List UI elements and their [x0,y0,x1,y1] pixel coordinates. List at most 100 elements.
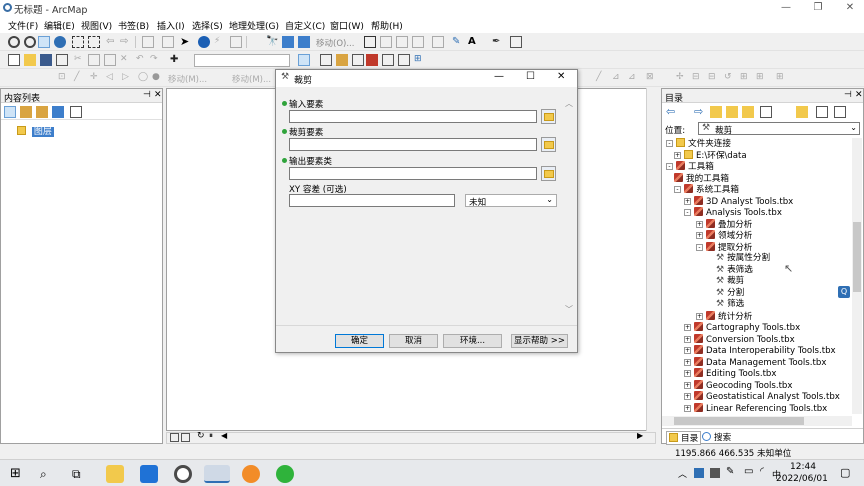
up-icon[interactable] [710,106,722,118]
tab-catalog[interactable]: 目录 [666,431,702,445]
forward-extent-icon[interactable]: ⇨ [120,36,132,48]
tray-pen-icon[interactable]: ✎ [726,466,734,477]
editor-tool-10-icon[interactable]: ⊿ [628,72,640,84]
select-elements-icon[interactable]: ➤ [180,36,192,48]
editor-tool-3-icon[interactable]: ✛ [90,72,102,84]
zoom-out-icon[interactable] [24,36,36,48]
collapse-icon[interactable]: - [696,243,703,251]
print-icon[interactable] [56,54,68,66]
expand-icon[interactable]: + [684,197,691,205]
editor-tool-4-icon[interactable]: ◁ [106,72,118,84]
redo-icon[interactable]: ↷ [150,54,162,66]
menu-help[interactable]: 帮助(H) [371,19,403,32]
save-icon[interactable] [40,54,52,66]
map-vertical-scrollbar[interactable] [646,88,656,431]
minimize-button[interactable]: — [772,0,800,16]
location-chevron-down-icon[interactable]: ⌄ [850,123,857,132]
data-view-icon[interactable] [170,433,179,442]
catalog-window-icon[interactable] [336,54,348,66]
copy-icon[interactable] [88,54,100,66]
text-tool-icon[interactable]: A [468,36,480,48]
tray-up-icon[interactable]: ︿ [678,467,687,480]
html-popup-icon[interactable] [230,36,242,48]
expand-icon[interactable]: + [684,347,691,354]
search-icon[interactable]: ⌕ [40,465,58,483]
pause-icon[interactable]: ⏸ [209,431,221,443]
list-by-source-icon[interactable] [20,106,32,118]
list-by-visibility-icon[interactable] [36,106,48,118]
output-feature-class-browse-button[interactable] [541,166,556,181]
collapse-icon[interactable]: - [666,140,673,147]
expand-icon[interactable]: + [696,312,703,320]
catalog-tree-item[interactable]: + Conversion Tools.tbx [684,333,795,346]
catalog-tree-item[interactable]: + Data Interoperability Tools.tbx [684,345,836,357]
editor-tool-2-icon[interactable]: ╱ [74,72,86,84]
catalog-tree-item[interactable]: ⚒ 表筛选 [716,265,753,277]
catalog-close-icon[interactable]: ✕ [855,90,863,100]
back-icon[interactable]: ⇦ [666,106,678,118]
map-horizontal-scrollbar[interactable]: ↻ ⏸ ◀ ▶ [166,431,656,444]
catalog-tree-item[interactable]: + Geocoding Tools.tbx [684,379,792,392]
catalog-tree-item[interactable]: + Editing Tools.tbx [684,368,776,380]
pan-icon[interactable] [38,36,50,48]
expand-icon[interactable]: + [684,404,691,412]
video-app-icon[interactable] [140,465,158,483]
editor-tool-11-icon[interactable]: ⊠ [646,72,658,84]
search-window-icon[interactable] [352,54,364,66]
catalog-tree-item[interactable]: - 文件夹连接 [666,138,731,150]
expand-icon[interactable]: + [696,220,703,228]
tray-app-icon[interactable] [694,468,704,478]
tolerance-unit-select[interactable]: 未知 ⌄ [465,194,557,208]
input-features-browse-button[interactable] [541,109,556,124]
side-floating-badge[interactable]: Q [838,286,850,298]
network-icon[interactable]: ▭ [744,466,753,477]
arcmap-taskbar-icon[interactable] [204,465,230,483]
undo-icon[interactable]: ↶ [136,54,148,66]
expand-icon[interactable]: + [684,324,691,331]
catalog-tree-item[interactable]: - Analysis Tools.tbx [684,207,782,219]
file-explorer-icon[interactable] [106,465,124,483]
delete-icon[interactable]: ✕ [120,54,132,66]
input-features-field[interactable] [289,110,537,123]
editor-tool-13-icon[interactable]: ⊟ [692,72,704,84]
catalog-vertical-scrollbar[interactable] [852,138,862,414]
close-window-button[interactable]: ✕ [836,0,864,16]
catalog-tree-item[interactable]: ⚒ 分割 [716,288,744,300]
list-by-selection-icon[interactable] [52,106,64,118]
editor-tool-12-icon[interactable]: ✢ [676,72,688,84]
windows-start-icon[interactable]: ⊞ [10,465,28,483]
dialog-close-button[interactable]: ✕ [557,71,565,82]
tab-search[interactable]: 搜索 [700,431,733,443]
fixed-zoom-in-icon[interactable] [72,36,84,48]
catalog-tree-item[interactable]: + 叠加分析 [696,218,752,231]
expand-icon[interactable]: + [696,232,703,239]
menu-customize[interactable]: 自定义(C) [285,19,325,32]
new-folder-icon[interactable] [796,106,808,118]
clip-features-browse-button[interactable] [541,137,556,152]
catalog-tree-item[interactable]: + 领域分析 [696,230,752,242]
refresh-icon[interactable]: ↻ [197,431,209,443]
globe-icon[interactable] [54,36,66,48]
hyperlink-icon[interactable]: ⚡ [214,36,226,48]
dialog-scrollbar[interactable]: ︿ ﹀ [564,98,574,316]
python-icon[interactable] [382,54,394,66]
catalog-tree-item[interactable]: + Geostatistical Analyst Tools.tbx [684,391,840,403]
model-builder-icon[interactable] [398,54,410,66]
clock-date[interactable]: 2022/06/01 [776,474,828,484]
paste-icon[interactable] [104,54,116,66]
editor-tool-9-icon[interactable]: ⊿ [612,72,624,84]
catalog-tree-item[interactable]: ⚒ 筛选 [716,299,744,311]
catalog-options-icon[interactable] [816,106,828,118]
catalog-more-icon[interactable] [834,106,846,118]
arctoolbox-icon[interactable] [366,54,378,66]
clear-selection-icon[interactable] [162,36,174,48]
wifi-icon[interactable]: ◜ [760,466,764,477]
list-by-drawing-order-icon[interactable] [4,106,16,118]
measure-icon[interactable] [298,36,310,48]
xy-tolerance-field[interactable] [289,194,455,207]
catalog-tree-item[interactable]: - 系统工具箱 [674,184,739,196]
menu-geoprocessing[interactable]: 地理处理(G) [229,19,279,32]
menu-bookmarks[interactable]: 书签(B) [118,19,149,32]
expand-icon[interactable]: + [684,393,691,400]
editor-tool-14-icon[interactable]: ⊟ [708,72,720,84]
